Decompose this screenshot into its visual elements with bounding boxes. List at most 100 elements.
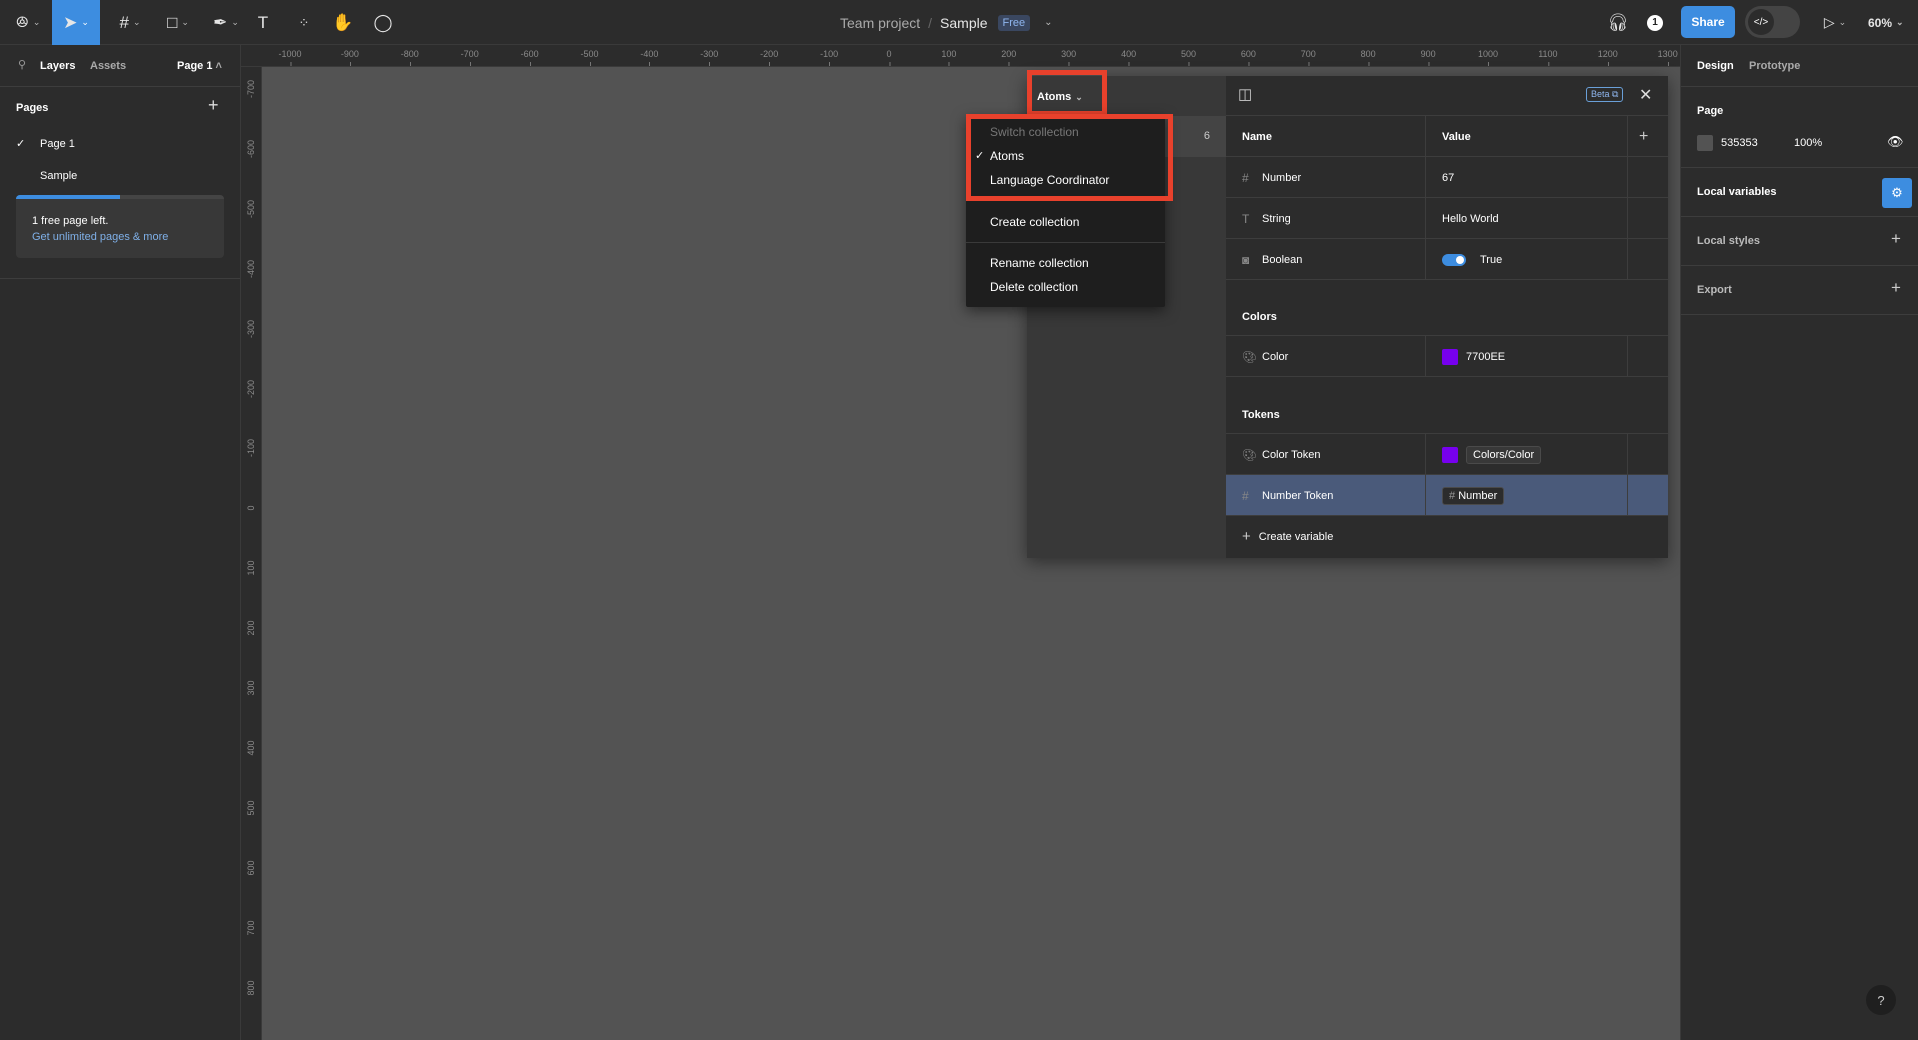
- menu-item-rename-collection[interactable]: Rename collection: [990, 256, 1089, 270]
- variable-name[interactable]: Number Token: [1262, 490, 1333, 502]
- ruler-tick-label: 0: [886, 49, 892, 66]
- variables-settings-icon[interactable]: ⚙︎: [1882, 178, 1912, 208]
- dev-mode-toggle[interactable]: </>: [1745, 6, 1800, 38]
- upsell-text: 1 free page left.: [32, 215, 109, 227]
- cursor-icon: ➤: [63, 12, 78, 32]
- ruler-tick-label: 100: [941, 49, 957, 66]
- menu-item-create-collection[interactable]: Create collection: [990, 215, 1079, 229]
- code-icon: </>: [1748, 9, 1774, 35]
- ruler-tick-label: -1000: [278, 49, 302, 66]
- ruler-left: -700 -600 -500 -400 -300 -200 -100 0 100 200 300 40…: [241, 67, 262, 1040]
- menu-divider: [966, 242, 1165, 243]
- figma-logo-icon: ꔮ: [15, 12, 29, 32]
- ruler-tick-label: -600: [246, 139, 256, 158]
- table-row[interactable]: ◙ Boolean True: [1226, 239, 1668, 280]
- page-item-page-1[interactable]: ✓ Page 1: [0, 129, 240, 157]
- add-export-icon[interactable]: +: [1891, 278, 1901, 298]
- add-page-icon[interactable]: +: [208, 95, 219, 116]
- table-header: Name Value +: [1226, 116, 1668, 157]
- resources-button[interactable]: ⁘: [292, 0, 316, 45]
- chevron-down-icon[interactable]: ⌄: [1044, 17, 1052, 28]
- present-button[interactable]: ▷ ⌄: [1820, 0, 1850, 45]
- frame-tool-button[interactable]: # ⌄: [110, 0, 150, 45]
- hand-tool-button[interactable]: ✋: [331, 0, 355, 45]
- table-row[interactable]: T String Hello World: [1226, 198, 1668, 239]
- share-button[interactable]: Share: [1681, 6, 1735, 38]
- page-item-sample[interactable]: Sample: [0, 161, 240, 189]
- project-name[interactable]: Team project: [840, 15, 920, 31]
- boolean-icon: ◙: [1242, 252, 1250, 267]
- upgrade-link[interactable]: Get unlimited pages & more: [32, 231, 168, 243]
- column-value: Value: [1426, 116, 1628, 157]
- create-variable-button[interactable]: + Create variable: [1226, 516, 1668, 557]
- pen-tool-button[interactable]: ✒ ⌄: [206, 0, 246, 45]
- variable-value[interactable]: Hello World: [1426, 198, 1628, 239]
- variable-name[interactable]: String: [1262, 213, 1291, 225]
- tab-design[interactable]: Design: [1697, 60, 1734, 72]
- zoom-dropdown[interactable]: 60% ⌄: [1868, 0, 1904, 45]
- table-row[interactable]: 🎨︎ Color Token Colors/Color: [1226, 434, 1668, 475]
- variable-name[interactable]: Color: [1262, 351, 1288, 363]
- main-menu-button[interactable]: ꔮ ⌄: [8, 0, 48, 45]
- headphones-icon: 🎧︎: [1607, 12, 1629, 32]
- ruler-tick-label: -500: [246, 199, 256, 218]
- ruler-tick-label: 1200: [1597, 49, 1618, 66]
- table-row-selected[interactable]: # Number Token # Number: [1226, 475, 1668, 516]
- ruler-tick-label: 200: [1001, 49, 1017, 66]
- dialog-header: ◫ Beta ⧉ ✕: [1226, 76, 1668, 116]
- add-mode-icon[interactable]: +: [1639, 116, 1648, 157]
- comment-icon: ◯: [373, 12, 393, 32]
- close-icon[interactable]: ✕: [1639, 85, 1652, 105]
- ruler-tick-label: -700: [460, 49, 479, 66]
- alias-chip[interactable]: # Number: [1442, 486, 1505, 505]
- variable-name[interactable]: Color Token: [1262, 449, 1321, 461]
- eye-icon[interactable]: 👁︎: [1887, 134, 1904, 150]
- avatar[interactable]: 1: [1645, 0, 1665, 45]
- ruler-tick-label: 800: [1360, 49, 1376, 66]
- help-button[interactable]: ?: [1866, 985, 1896, 1015]
- color-swatch: [1442, 446, 1458, 463]
- boolean-toggle[interactable]: [1442, 253, 1466, 266]
- move-tool-button[interactable]: ➤ ⌄: [52, 0, 100, 45]
- text-tool-button[interactable]: T: [252, 0, 274, 45]
- ruler-tick-label: 1100: [1538, 49, 1558, 66]
- ruler-tick-label: 1000: [1477, 49, 1499, 66]
- frame-icon: #: [119, 12, 129, 32]
- beta-badge[interactable]: Beta ⧉: [1586, 87, 1624, 102]
- export-section: Export +: [1681, 266, 1918, 315]
- toggle-sidebar-icon[interactable]: ◫: [1238, 85, 1252, 103]
- variable-value[interactable]: 67: [1426, 157, 1628, 198]
- page-color-swatch[interactable]: [1697, 135, 1713, 151]
- variable-name[interactable]: Boolean: [1262, 254, 1302, 266]
- table-row[interactable]: # Number 67: [1226, 157, 1668, 198]
- column-name: Name: [1226, 116, 1426, 157]
- ruler-tick-label: 800: [246, 979, 256, 996]
- color-swatch[interactable]: [1442, 348, 1458, 365]
- comment-tool-button[interactable]: ◯: [371, 0, 395, 45]
- title-separator: /: [928, 14, 933, 31]
- tab-assets[interactable]: Assets: [90, 60, 126, 72]
- file-title[interactable]: Team project / Sample Free ⌄: [840, 0, 1053, 45]
- right-panel: Design Prototype Page 535353 100% 👁︎ Loc…: [1680, 45, 1918, 1040]
- pages-header: Pages: [16, 102, 49, 114]
- file-name[interactable]: Sample: [940, 15, 987, 31]
- pages-progress-bar: [16, 195, 224, 199]
- add-style-icon[interactable]: +: [1891, 229, 1901, 249]
- menu-item-delete-collection[interactable]: Delete collection: [990, 280, 1078, 294]
- variable-value: True: [1480, 253, 1503, 266]
- page-selector[interactable]: Page 1 ˄: [177, 60, 222, 72]
- table-row[interactable]: 🎨︎ Color 7700EE: [1226, 336, 1668, 377]
- tab-prototype[interactable]: Prototype: [1749, 60, 1800, 72]
- ruler-tick-label: -300: [700, 49, 719, 66]
- search-icon[interactable]: ⚲: [18, 58, 26, 71]
- variable-value[interactable]: 7700EE: [1466, 351, 1505, 363]
- ruler-tick-label: 700: [246, 920, 256, 936]
- alias-chip[interactable]: Colors/Color: [1466, 445, 1542, 464]
- ruler-tick-label: -500: [580, 49, 599, 66]
- page-opacity-value[interactable]: 100%: [1794, 137, 1822, 149]
- variable-name[interactable]: Number: [1262, 172, 1301, 184]
- tab-layers[interactable]: Layers: [40, 60, 75, 72]
- page-color-value[interactable]: 535353: [1721, 137, 1758, 149]
- audio-button[interactable]: 🎧︎: [1606, 0, 1630, 45]
- shape-tool-button[interactable]: □ ⌄: [158, 0, 198, 45]
